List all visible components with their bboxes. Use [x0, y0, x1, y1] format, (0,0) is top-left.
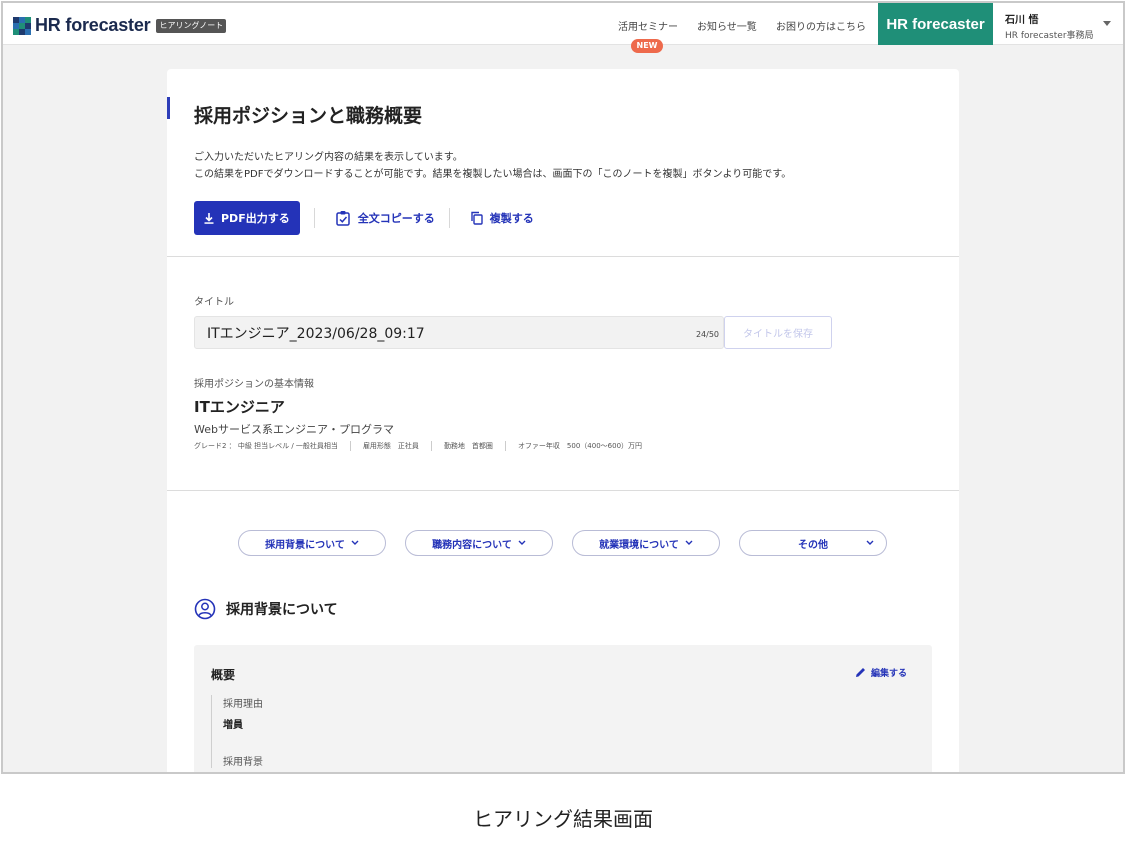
- divider: [167, 256, 959, 257]
- new-badge: NEW: [631, 39, 663, 53]
- duplicate-label: 複製する: [489, 212, 534, 225]
- copy-all-label: 全文コピーする: [357, 212, 435, 225]
- chevron-down-icon: [685, 540, 693, 545]
- position-title: ITエンジニア: [194, 398, 285, 416]
- description-line-2: この結果をPDFでダウンロードすることが可能です。結果を複製したい場合は、画面下…: [194, 169, 792, 180]
- user-circle-icon: [194, 598, 216, 620]
- hr-forecaster-button[interactable]: HR forecaster: [878, 3, 993, 45]
- position-subtitle: Webサービス系エンジニア・プログラマ: [194, 423, 394, 436]
- pdf-export-button[interactable]: PDF出力する: [194, 201, 300, 235]
- tab-label: 就業環境について: [599, 539, 679, 551]
- logo-text: HR forecaster: [35, 15, 151, 35]
- button-separator: [448, 208, 450, 228]
- clipboard-check-icon: [335, 211, 350, 226]
- title-field-label: タイトル: [194, 297, 234, 308]
- meta-grade: グレード2 ： 中級 担当レベル / 一般社員相当: [194, 442, 338, 450]
- meta-employment-type: 雇用形態 正社員: [349, 441, 431, 451]
- tab-label: その他: [798, 539, 828, 551]
- download-icon: [204, 212, 214, 224]
- top-header: HR forecaster ヒアリングノート 活用セミナー お知らせ一覧 お困り…: [3, 3, 1123, 45]
- edit-link[interactable]: 編集する: [855, 666, 907, 679]
- nav-seminar-link[interactable]: 活用セミナー: [618, 18, 678, 33]
- description-line-1: ご入力いただいたヒアリング内容の結果を表示しています。: [194, 152, 463, 163]
- meta-salary: オファー年収 500（400〜600）万円: [504, 441, 654, 451]
- pdf-export-label: PDF出力する: [221, 212, 290, 225]
- position-meta: グレード2 ： 中級 担当レベル / 一般社員相当 雇用形態 正社員 勤務地 首…: [194, 441, 654, 451]
- nav-help-link[interactable]: お困りの方はこちら: [776, 18, 866, 33]
- save-title-button[interactable]: タイトルを保存: [724, 316, 832, 349]
- reason-value: 増員: [223, 720, 243, 731]
- reason-label: 採用理由: [223, 699, 263, 710]
- tab-label: 採用背景について: [265, 539, 345, 551]
- chevron-down-icon: [866, 540, 874, 545]
- title-input-wrapper: 24/50: [194, 316, 724, 349]
- user-name: 石川 悟: [1005, 15, 1039, 26]
- chevron-down-icon: [351, 540, 359, 545]
- caret-down-icon[interactable]: [1103, 21, 1111, 26]
- user-org: HR forecaster事務局: [1005, 31, 1094, 41]
- background-label: 採用背景: [223, 757, 263, 768]
- duplicate-button[interactable]: 複製する: [470, 210, 534, 226]
- overview-panel: 概要 編集する 採用理由 増員 採用背景: [194, 645, 932, 772]
- title-input[interactable]: [195, 317, 723, 348]
- button-separator: [313, 208, 315, 228]
- main-card: 採用ポジションと職務概要 ご入力いただいたヒアリング内容の結果を表示しています。…: [167, 69, 959, 772]
- panel-title: 概要: [211, 668, 236, 682]
- chevron-down-icon: [518, 540, 526, 545]
- action-buttons: PDF出力する 全文コピーする 複製する: [194, 201, 534, 235]
- title-char-counter: 24/50: [695, 330, 719, 339]
- title-accent-bar: [167, 97, 170, 119]
- copy-icon: [471, 211, 483, 225]
- nav-news-link[interactable]: お知らせ一覧: [697, 18, 757, 33]
- logo-badge: ヒアリングノート: [156, 18, 227, 33]
- tab-work-environment[interactable]: 就業環境について: [572, 530, 720, 556]
- section-header: 採用背景について: [194, 598, 338, 620]
- logo-grid-icon: [13, 16, 31, 35]
- app-window: HR forecaster ヒアリングノート 活用セミナー お知らせ一覧 お困り…: [1, 1, 1125, 774]
- pencil-icon: [855, 668, 865, 677]
- tab-other[interactable]: その他: [739, 530, 887, 556]
- tab-hiring-background[interactable]: 採用背景について: [238, 530, 386, 556]
- page-description: ご入力いただいたヒアリング内容の結果を表示しています。 この結果をPDFでダウン…: [194, 149, 791, 183]
- meta-location: 勤務地 首都圏: [430, 441, 505, 451]
- section-tabs: 採用背景について 職務内容について 就業環境について その他: [238, 530, 906, 556]
- tab-job-description[interactable]: 職務内容について: [405, 530, 553, 556]
- screenshot-caption: ヒアリング結果画面: [473, 807, 653, 831]
- logo[interactable]: HR forecaster ヒアリングノート: [13, 15, 227, 36]
- edit-link-label: 編集する: [870, 669, 907, 679]
- page-title: 採用ポジションと職務概要: [194, 105, 423, 127]
- tab-label: 職務内容について: [432, 539, 512, 551]
- divider: [167, 490, 959, 491]
- panel-body: 採用理由 増員 採用背景: [211, 695, 263, 768]
- user-menu[interactable]: 石川 悟 HR forecaster事務局: [1005, 11, 1094, 41]
- section-title: 採用背景について: [226, 602, 338, 618]
- copy-all-button[interactable]: 全文コピーする: [335, 210, 435, 226]
- position-info-label: 採用ポジションの基本情報: [194, 379, 314, 390]
